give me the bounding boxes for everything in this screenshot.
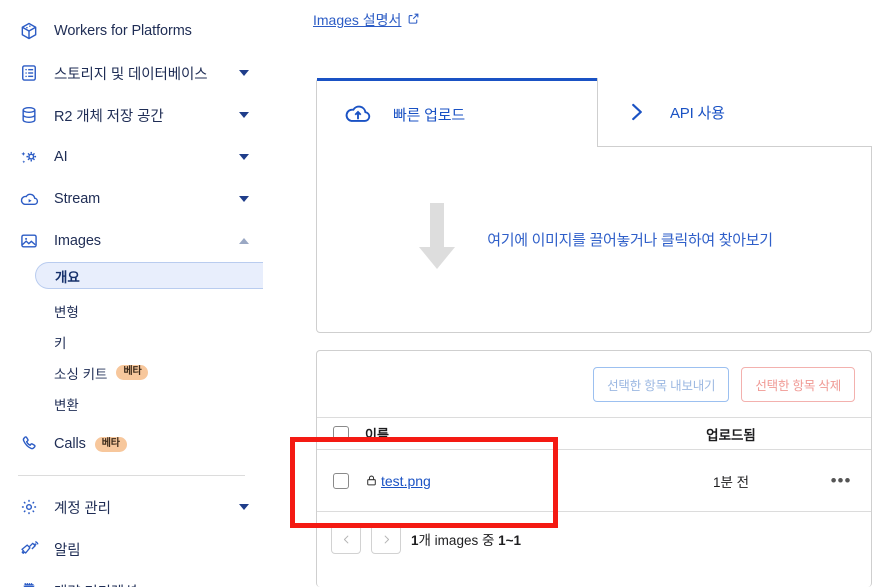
sidebar-subitem-keys[interactable]: 키 xyxy=(0,328,263,355)
sidebar: Workers for Platforms 스토리지 및 데이터베이스 R2 개… xyxy=(0,0,264,587)
cloud-upload-icon xyxy=(343,99,373,129)
pagination-total: 1 xyxy=(411,533,419,548)
chevron-right-icon xyxy=(624,99,650,125)
sidebar-subitem-sourcing-kit[interactable]: 소싱 키트 베타 xyxy=(0,359,263,386)
sidebar-item-account-management[interactable]: 계정 관리 xyxy=(0,486,263,528)
row-actions-menu[interactable]: ••• xyxy=(811,472,871,489)
tab-label: API 사용 xyxy=(670,102,725,123)
sidebar-item-images[interactable]: Images xyxy=(0,220,263,262)
sidebar-item-stream[interactable]: Stream xyxy=(0,178,263,220)
pagination-middle-text: 개 images 중 xyxy=(419,533,499,548)
chevron-down-icon[interactable] xyxy=(239,154,249,160)
images-docs-link-label: Images 설명서 xyxy=(313,10,401,30)
sidebar-subitem-label: 변환 xyxy=(54,394,79,414)
row-uploaded-cell: 1분 전 xyxy=(651,471,811,491)
image-icon xyxy=(18,230,40,252)
sidebar-subitem-variants[interactable]: 변형 xyxy=(0,297,263,324)
sidebar-item-label: Images xyxy=(54,233,101,249)
main-content: Images 설명서 빠른 업로드 xyxy=(263,0,878,587)
chevron-down-icon[interactable] xyxy=(239,196,249,202)
megaphone-icon xyxy=(18,538,40,560)
sidebar-item-workers-for-platforms[interactable]: Workers for Platforms xyxy=(0,10,263,52)
sidebar-item-label: 스토리지 및 데이터베이스 xyxy=(54,63,208,84)
file-name-link[interactable]: test.png xyxy=(381,473,431,489)
sidebar-item-ai[interactable]: AI xyxy=(0,136,263,178)
sparkle-icon xyxy=(18,146,40,168)
sidebar-item-label: 대량 리디렉션 xyxy=(54,581,137,587)
chevron-down-icon[interactable] xyxy=(239,504,249,510)
gear-icon xyxy=(18,496,40,518)
upload-tabs: 빠른 업로드 API 사용 xyxy=(317,79,871,147)
select-all-checkbox[interactable] xyxy=(333,426,349,442)
column-header-uploaded: 업로드됨 xyxy=(651,424,811,444)
database-icon xyxy=(18,104,40,126)
external-link-icon xyxy=(407,12,420,28)
upload-card: 빠른 업로드 API 사용 여기에 이미지를 끌어놓거나 클릭하여 찾아보기 xyxy=(316,78,872,333)
sidebar-item-calls[interactable]: Calls 베타 xyxy=(0,423,263,465)
pagination-summary: 1개 images 중 1~1 xyxy=(411,529,521,549)
sidebar-item-label: Workers for Platforms xyxy=(54,23,192,39)
sidebar-subitem-label: 변형 xyxy=(54,301,79,321)
sidebar-subitem-overview[interactable]: 개요 xyxy=(35,262,263,289)
sidebar-item-label: 계정 관리 xyxy=(54,497,111,518)
ellipsis-icon: ••• xyxy=(831,472,852,489)
chevron-down-icon[interactable] xyxy=(239,70,249,76)
table-header-row: 이름 업로드됨 xyxy=(317,417,871,449)
sidebar-item-label: Stream xyxy=(54,191,100,207)
image-dropzone[interactable]: 여기에 이미지를 끌어놓거나 클릭하여 찾아보기 xyxy=(317,147,871,332)
cube-icon xyxy=(18,20,40,42)
delete-selected-button[interactable]: 선택한 항목 삭제 xyxy=(741,367,855,402)
chevron-down-icon[interactable] xyxy=(239,112,249,118)
pagination-range: 1~1 xyxy=(498,533,521,548)
sidebar-item-label: Calls xyxy=(54,436,86,452)
phone-icon xyxy=(18,433,40,455)
beta-badge: 베타 xyxy=(95,437,127,452)
table-actions: 선택한 항목 내보내기 선택한 항목 삭제 xyxy=(317,351,871,417)
column-header-name: 이름 xyxy=(365,424,651,443)
sidebar-divider xyxy=(18,475,245,476)
select-all-cell xyxy=(317,426,365,442)
export-selected-button[interactable]: 선택한 항목 내보내기 xyxy=(593,367,729,402)
tab-quick-upload[interactable]: 빠른 업로드 xyxy=(317,78,597,147)
pagination-next-button[interactable] xyxy=(371,524,401,554)
sidebar-item-storage-databases[interactable]: 스토리지 및 데이터베이스 xyxy=(0,52,263,94)
row-select-cell xyxy=(317,473,365,489)
dropzone-label: 여기에 이미지를 끌어놓거나 클릭하여 찾아보기 xyxy=(487,229,772,250)
pagination-prev-button[interactable] xyxy=(331,524,361,554)
row-name-cell: test.png xyxy=(365,473,651,489)
lock-icon xyxy=(365,474,378,487)
beta-badge: 베타 xyxy=(116,365,148,380)
database-list-icon xyxy=(18,62,40,84)
sidebar-subitem-transform[interactable]: 변환 xyxy=(0,390,263,417)
cloud-play-icon xyxy=(18,188,40,210)
table-row[interactable]: test.png 1분 전 ••• xyxy=(317,449,871,511)
chevron-up-icon[interactable] xyxy=(239,238,249,244)
row-checkbox[interactable] xyxy=(333,473,349,489)
sidebar-item-label: 알림 xyxy=(54,539,80,560)
sidebar-item-label: R2 개체 저장 공간 xyxy=(54,105,164,126)
down-arrow-icon xyxy=(415,197,459,282)
tab-api-usage[interactable]: API 사용 xyxy=(597,78,872,147)
sidebar-item-notifications[interactable]: 알림 xyxy=(0,528,263,570)
images-table-card: 선택한 항목 내보내기 선택한 항목 삭제 이름 업로드됨 xyxy=(316,350,872,587)
images-docs-link[interactable]: Images 설명서 xyxy=(313,10,420,30)
sidebar-item-bulk-redirects[interactable]: 대량 리디렉션 xyxy=(0,570,263,587)
table-pagination: 1개 images 중 1~1 xyxy=(317,511,871,566)
sidebar-subitem-label: 소싱 키트 xyxy=(54,363,107,383)
tab-label: 빠른 업로드 xyxy=(393,104,465,125)
sidebar-item-r2-object-storage[interactable]: R2 개체 저장 공간 xyxy=(0,94,263,136)
sidebar-subitem-label: 키 xyxy=(54,332,66,352)
sidebar-subitem-label: 개요 xyxy=(55,266,80,286)
redirect-icon xyxy=(18,580,40,587)
sidebar-item-label: AI xyxy=(54,149,68,165)
